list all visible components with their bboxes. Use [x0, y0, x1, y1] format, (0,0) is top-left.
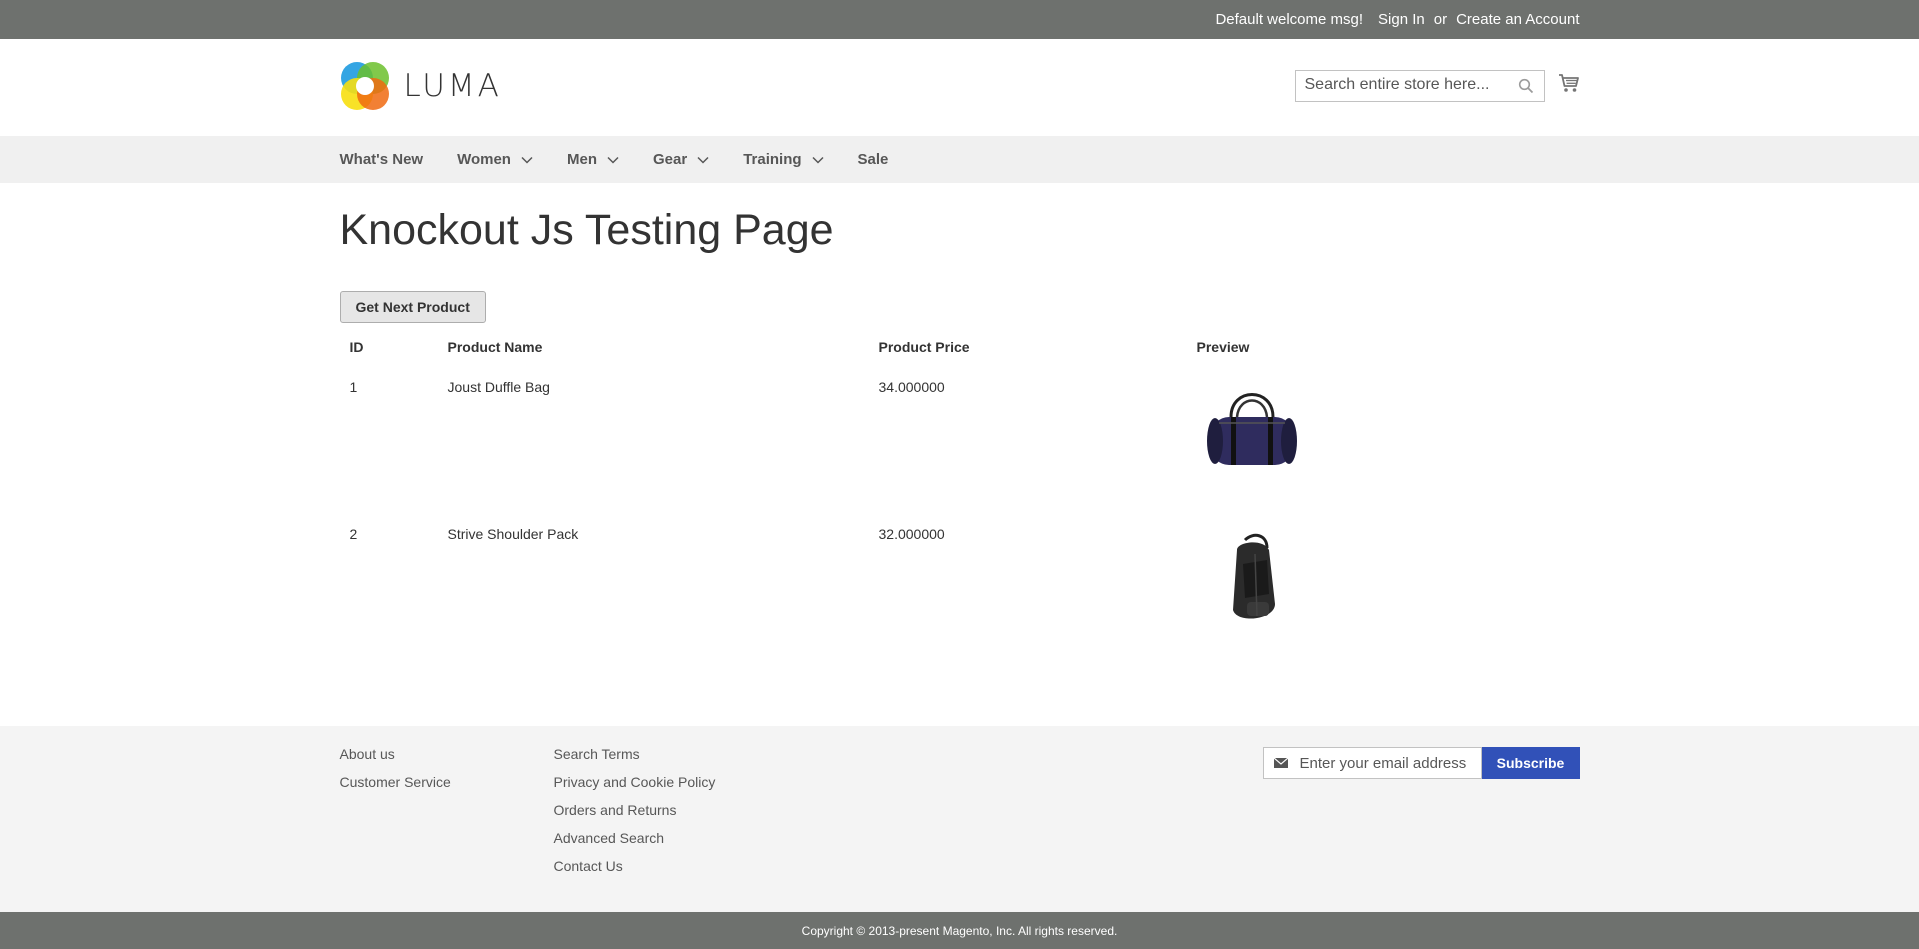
copyright-bar: Copyright © 2013-present Magento, Inc. A… [0, 912, 1919, 949]
nav-item-women[interactable]: Women [457, 151, 533, 168]
chevron-down-icon [521, 156, 533, 164]
chevron-down-icon [697, 156, 709, 164]
table-header-row: ID Product Name Product Price Preview [340, 323, 1580, 365]
footer-link-orders-returns[interactable]: Orders and Returns [554, 802, 716, 830]
envelope-icon [1273, 758, 1288, 768]
nav-item-label: Men [566, 151, 597, 168]
nav-item-training[interactable]: Training [743, 151, 824, 168]
or-separator: or [1433, 11, 1448, 28]
nav-item-label: What's New [339, 151, 424, 168]
table-row: 2 Strive Shoulder Pack 32.000000 [340, 512, 1580, 662]
nav-item-sale[interactable]: Sale [858, 151, 889, 168]
search-input[interactable] [1295, 71, 1519, 99]
cell-preview [1187, 512, 1580, 662]
newsletter-form: Subscribe [1262, 747, 1580, 779]
header-panel: Default welcome msg! Sign In or Create a… [0, 0, 1919, 39]
newsletter-email-input[interactable] [1297, 748, 1472, 778]
column-header-id: ID [349, 339, 364, 355]
footer-link-contact-us[interactable]: Contact Us [554, 858, 716, 886]
luma-logo-icon [340, 62, 389, 110]
products-table: ID Product Name Product Price Preview 1 … [340, 323, 1580, 662]
table-row: 1 Joust Duffle Bag 34.000000 [340, 365, 1580, 512]
footer-link-about-us[interactable]: About us [340, 746, 451, 774]
column-header-product-price: Product Price [878, 339, 970, 355]
nav-item-gear[interactable]: Gear [653, 151, 709, 168]
site-header: LUMA [0, 39, 1919, 136]
cell-product-price: 32.000000 [878, 526, 945, 542]
store-logo[interactable]: LUMA [340, 61, 502, 111]
create-account-link[interactable]: Create an Account [1456, 11, 1579, 28]
footer-link-privacy-policy[interactable]: Privacy and Cookie Policy [554, 774, 716, 802]
newsletter-field [1262, 747, 1482, 779]
nav-item-label: Training [743, 151, 802, 168]
main-navigation: What's New Women Men Gear Training Sale [0, 136, 1919, 183]
column-header-preview: Preview [1196, 339, 1250, 355]
cell-id: 1 [349, 379, 358, 395]
cell-product-name: Strive Shoulder Pack [447, 526, 579, 542]
nav-item-whats-new[interactable]: What's New [340, 151, 424, 168]
page-title: Knockout Js Testing Page [339, 206, 834, 254]
welcome-message: Default welcome msg! [1215, 11, 1364, 28]
cell-preview [1187, 365, 1580, 512]
subscribe-button[interactable]: Subscribe [1481, 747, 1580, 779]
cell-id: 2 [349, 526, 358, 542]
nav-item-label: Gear [652, 151, 688, 168]
chevron-down-icon [812, 156, 824, 164]
footer-link-customer-service[interactable]: Customer Service [340, 774, 451, 802]
page-footer: About us Customer Service Search Terms P… [0, 726, 1919, 912]
footer-link-search-terms[interactable]: Search Terms [554, 746, 716, 774]
footer-links-column-1: About us Customer Service [340, 746, 451, 802]
get-next-product-button[interactable]: Get Next Product [339, 291, 486, 323]
footer-links-column-2: Search Terms Privacy and Cookie Policy O… [554, 746, 716, 886]
cell-product-price: 34.000000 [878, 379, 945, 395]
nav-item-men[interactable]: Men [567, 151, 619, 168]
search-icon[interactable] [1518, 78, 1534, 94]
nav-item-label: Women [457, 151, 511, 168]
column-header-product-name: Product Name [447, 339, 543, 355]
duffle-bag-image [1206, 393, 1297, 465]
shoulder-pack-image [1232, 533, 1275, 619]
footer-link-advanced-search[interactable]: Advanced Search [554, 830, 716, 858]
nav-item-label: Sale [857, 151, 889, 168]
cart-icon[interactable] [1558, 73, 1580, 93]
copyright-text: Copyright © 2013-present Magento, Inc. A… [801, 923, 1118, 938]
search-box [1294, 70, 1545, 102]
logo-text: LUMA [403, 68, 502, 104]
chevron-down-icon [607, 156, 619, 164]
cell-product-name: Joust Duffle Bag [447, 379, 550, 395]
sign-in-link[interactable]: Sign In [1378, 11, 1425, 28]
